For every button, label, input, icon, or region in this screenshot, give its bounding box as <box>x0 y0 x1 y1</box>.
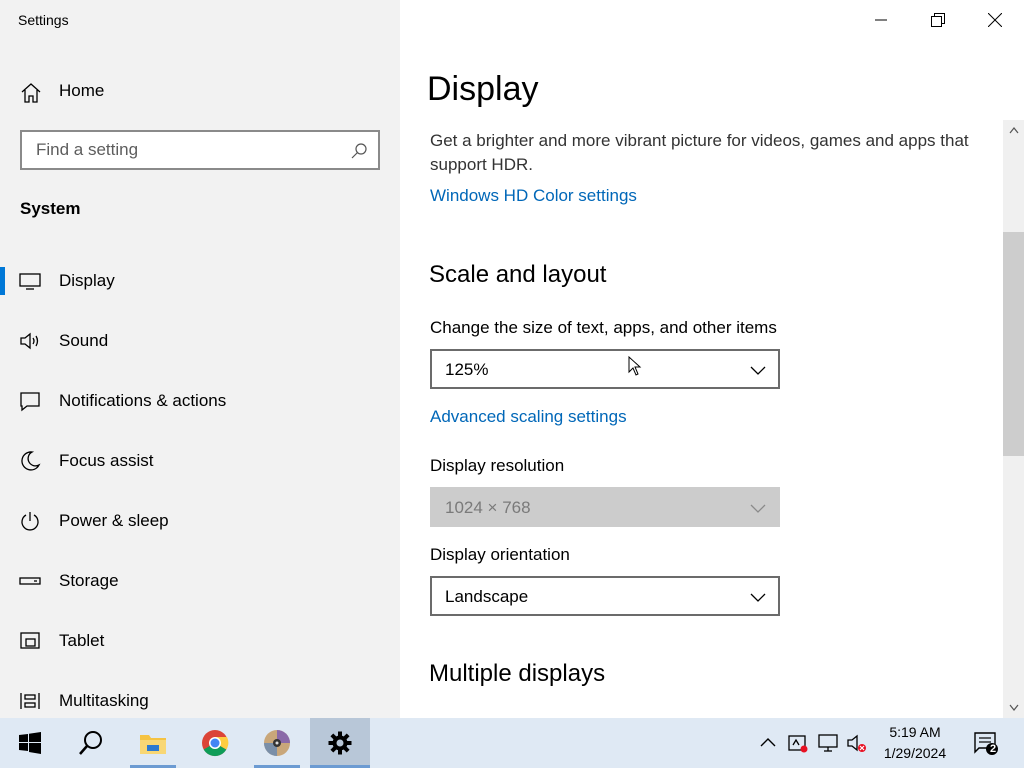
multiple-displays-heading: Multiple displays <box>429 660 606 687</box>
sidebar-item-power-sleep[interactable]: Power & sleep <box>0 496 400 546</box>
sidebar-item-focus-assist[interactable]: Focus assist <box>0 436 400 486</box>
scroll-down-button[interactable] <box>1003 700 1024 716</box>
sidebar-item-label: Focus assist <box>59 451 154 470</box>
section-title: System <box>20 199 81 218</box>
advanced-scaling-link[interactable]: Advanced scaling settings <box>430 407 627 427</box>
disc-icon <box>264 730 290 756</box>
media-player-button[interactable] <box>248 718 306 768</box>
mouse-cursor-icon <box>628 356 642 376</box>
scale-value: 125% <box>445 360 489 379</box>
sidebar-item-tablet[interactable]: Tablet <box>0 616 400 666</box>
resolution-dropdown[interactable]: 1024 × 768 <box>430 487 780 527</box>
chrome-icon <box>202 730 229 757</box>
home-icon <box>21 83 41 103</box>
page-title: Display <box>427 70 539 108</box>
moon-icon <box>21 451 41 471</box>
folder-icon <box>140 735 166 754</box>
gear-icon <box>328 731 352 755</box>
storage-icon <box>19 577 41 585</box>
orientation-dropdown[interactable]: Landscape <box>430 576 780 616</box>
taskbar: 5:19 AM 1/29/2024 2 <box>0 718 1024 768</box>
chevron-up-icon <box>1009 127 1018 134</box>
volume-muted-icon[interactable] <box>847 733 867 753</box>
clock-date: 1/29/2024 <box>883 745 947 761</box>
sidebar-item-label: Sound <box>59 331 109 350</box>
settings-button[interactable] <box>310 718 370 768</box>
scale-dropdown[interactable]: 125% <box>430 349 780 389</box>
sidebar-item-display[interactable]: Display <box>0 256 400 306</box>
sidebar-item-label: Storage <box>59 571 119 590</box>
sidebar-item-label: Display <box>59 271 115 290</box>
scale-layout-heading: Scale and layout <box>429 261 607 288</box>
hdr-color-settings-link[interactable]: Windows HD Color settings <box>430 186 637 206</box>
resolution-label: Display resolution <box>430 456 565 475</box>
file-explorer-button[interactable] <box>124 718 182 768</box>
speaker-icon <box>20 332 39 350</box>
hdr-description: Get a brighter and more vibrant picture … <box>430 131 969 174</box>
search-input[interactable] <box>22 132 342 168</box>
app-title: Settings <box>18 12 69 28</box>
orientation-label: Display orientation <box>430 545 570 564</box>
scroll-up-button[interactable] <box>1003 122 1024 138</box>
security-icon[interactable] <box>788 733 808 753</box>
sidebar-item-label: Home <box>59 81 105 100</box>
monitor-icon <box>19 273 41 290</box>
tablet-icon <box>20 632 40 649</box>
restore-icon <box>930 13 945 27</box>
close-button[interactable] <box>966 0 1023 40</box>
chevron-down-icon <box>750 504 766 513</box>
chevron-down-icon <box>750 593 766 602</box>
sidebar-item-label: Notifications & actions <box>59 391 227 410</box>
minimize-button[interactable] <box>852 0 909 40</box>
sidebar: Settings Home System Display Sound Not <box>0 0 400 718</box>
sidebar-item-sound[interactable]: Sound <box>0 316 400 366</box>
action-center-button[interactable]: 2 <box>966 718 1006 768</box>
orientation-value: Landscape <box>445 587 529 606</box>
windows-logo-icon <box>19 732 41 754</box>
network-icon[interactable] <box>818 733 838 753</box>
sidebar-item-notifications[interactable]: Notifications & actions <box>0 376 400 426</box>
power-icon <box>21 512 39 531</box>
search-icon <box>79 731 102 755</box>
notification-badge: 2 <box>990 743 997 755</box>
scrollbar-thumb[interactable] <box>1003 232 1024 456</box>
sidebar-item-storage[interactable]: Storage <box>0 556 400 606</box>
sidebar-item-label: Tablet <box>59 631 105 650</box>
clock-time: 5:19 AM <box>889 724 941 740</box>
resolution-value: 1024 × 768 <box>445 498 531 517</box>
sidebar-item-label: Multitasking <box>59 691 149 710</box>
sidebar-item-home[interactable]: Home <box>0 72 400 112</box>
chevron-down-icon <box>1009 704 1018 711</box>
multitasking-icon <box>20 693 40 709</box>
notification-icon <box>20 392 40 412</box>
restore-button[interactable] <box>909 0 966 40</box>
clock[interactable]: 5:19 AM 1/29/2024 <box>872 722 958 764</box>
close-icon <box>987 13 1002 27</box>
start-button[interactable] <box>0 718 60 768</box>
search-box[interactable] <box>20 130 380 170</box>
chevron-down-icon <box>750 366 766 375</box>
search-icon[interactable] <box>350 142 368 160</box>
scale-label: Change the size of text, apps, and other… <box>430 318 777 337</box>
chevron-up-icon[interactable] <box>758 733 778 753</box>
search-button[interactable] <box>62 718 120 768</box>
chrome-button[interactable] <box>186 718 244 768</box>
sidebar-item-label: Power & sleep <box>59 511 169 530</box>
minimize-icon <box>874 19 887 21</box>
